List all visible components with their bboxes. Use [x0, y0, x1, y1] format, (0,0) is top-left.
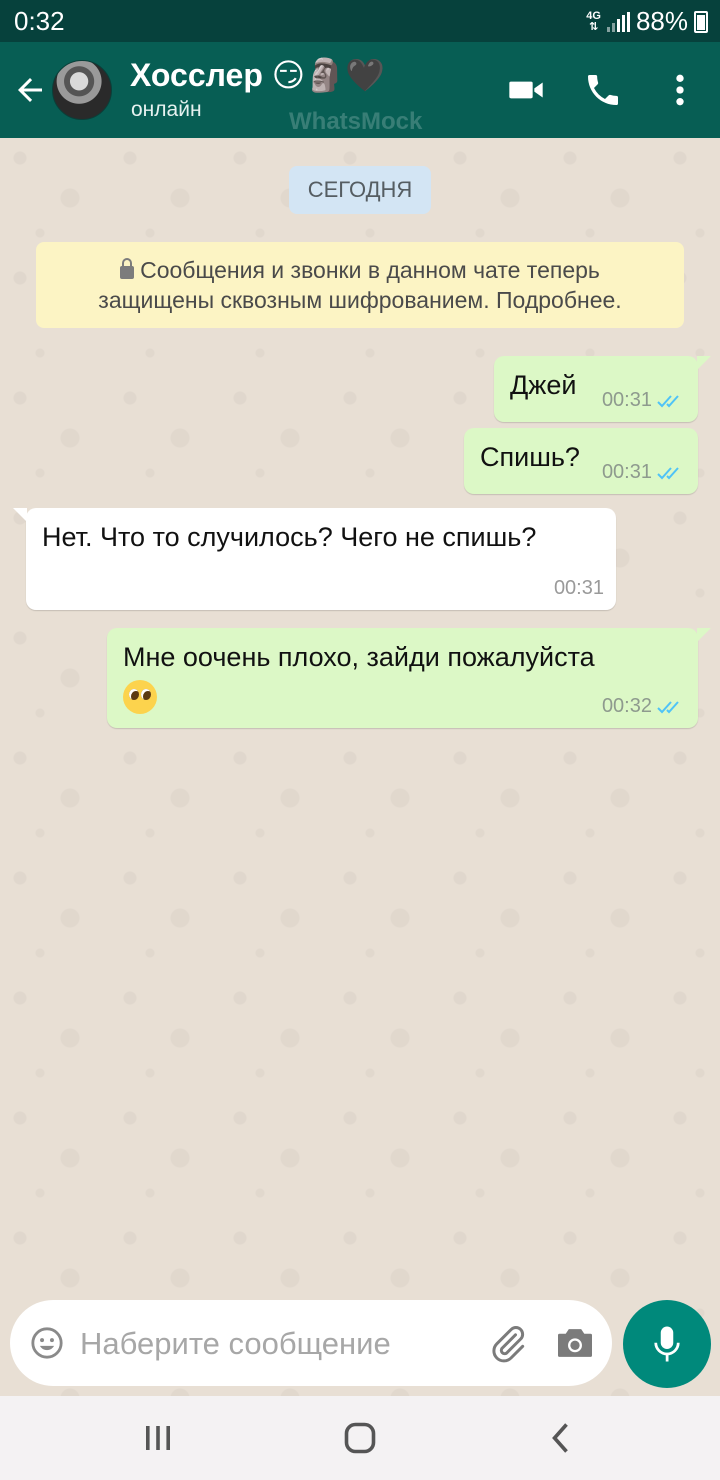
encryption-notice-line1: Сообщения и звонки в данном чате теперь: [140, 257, 600, 283]
message-text: Джей: [510, 370, 577, 400]
status-icons: 4G ⇅ 88%: [586, 6, 708, 37]
battery-icon: [694, 10, 708, 33]
message-time: 00:31: [553, 577, 604, 599]
attach-icon[interactable]: [488, 1324, 528, 1364]
chat-area[interactable]: СЕГОДНЯ Сообщения и звонки в данном чате…: [0, 138, 720, 1396]
date-divider: СЕГОДНЯ: [289, 166, 431, 214]
signal-icon: [606, 11, 630, 32]
camera-icon[interactable]: [556, 1326, 594, 1360]
message-input-bar[interactable]: Наберите сообщение: [10, 1300, 612, 1386]
contact-avatar[interactable]: [52, 60, 112, 120]
read-ticks-icon: [657, 466, 679, 479]
message-time: 00:31: [601, 461, 652, 483]
watermark: WhatsMock: [289, 108, 423, 135]
status-bar: 0:32 4G ⇅ 88%: [0, 0, 720, 42]
message-text: Мне оочень плохо, зайди пожалуйста: [123, 642, 595, 672]
emoji-icon[interactable]: [30, 1326, 64, 1360]
voice-call-icon[interactable]: [583, 70, 623, 110]
lock-icon: [120, 258, 135, 279]
message-time: 00:31: [601, 389, 652, 411]
encryption-notice-line2: защищены сквозным шифрованием. Подробнее…: [98, 287, 622, 313]
message-time: 00:32: [601, 695, 652, 717]
message-outgoing[interactable]: Спишь? 00:31: [464, 428, 698, 494]
back-arrow-icon[interactable]: [12, 72, 48, 108]
home-icon[interactable]: [342, 1420, 378, 1456]
message-text: Спишь?: [480, 442, 580, 472]
read-ticks-icon: [657, 700, 679, 713]
message-outgoing[interactable]: Мне оочень плохо, зайди пожалуйста 00:32: [107, 628, 711, 728]
status-time: 0:32: [14, 6, 65, 36]
contact-name[interactable]: Хосслер 😏🗿🖤: [130, 56, 385, 94]
encryption-notice[interactable]: Сообщения и звонки в данном чате теперь …: [36, 242, 684, 328]
recent-apps-icon[interactable]: [140, 1420, 176, 1456]
battery-percent: 88%: [635, 6, 688, 36]
message-outgoing[interactable]: Джей 00:31: [494, 356, 711, 422]
message-text: Нет. Что то случилось? Чего не спишь?: [42, 522, 537, 552]
microphone-icon: [654, 1326, 680, 1362]
message-input[interactable]: Наберите сообщение: [80, 1326, 391, 1362]
video-call-icon[interactable]: [506, 70, 546, 110]
system-nav-bar: [0, 1396, 720, 1480]
message-incoming[interactable]: Нет. Что то случилось? Чего не спишь? 00…: [13, 508, 616, 610]
contact-status: онлайн: [131, 98, 202, 121]
microphone-button[interactable]: [623, 1300, 711, 1388]
read-ticks-icon: [657, 394, 679, 407]
back-nav-icon[interactable]: [544, 1420, 580, 1456]
more-options-icon[interactable]: [660, 70, 700, 110]
chat-header: Хосслер 😏🗿🖤 онлайн WhatsMock: [0, 42, 720, 138]
pleading-face-icon: [123, 680, 157, 714]
network-type-icon: 4G ⇅: [586, 9, 601, 33]
